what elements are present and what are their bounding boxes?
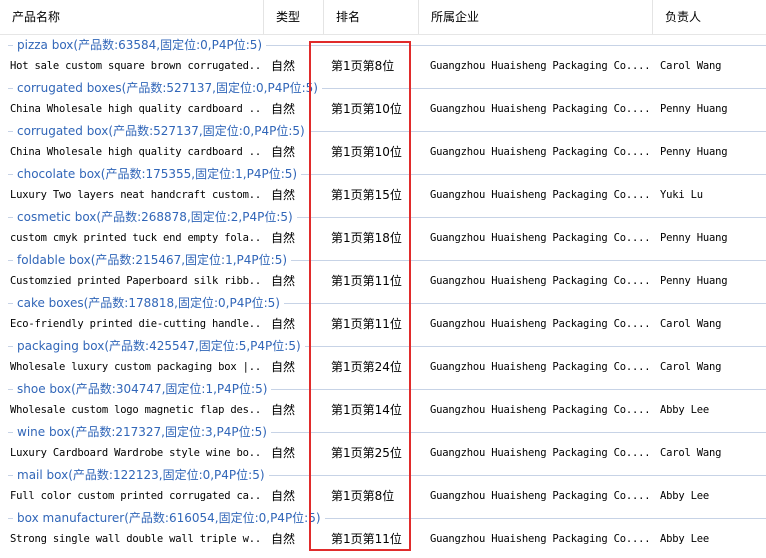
keyword-group-title: box manufacturer(产品数:616054,固定位:0,P4P位:5… [13,509,325,527]
keyword-group-title: corrugated boxes(产品数:527137,固定位:0,P4P位:5… [13,79,322,97]
owner-cell: Yuki Lu [660,189,703,201]
type-cell: 自然 [271,102,296,116]
owner-cell: Penny Huang [660,232,728,244]
keyword-group-title: pizza box(产品数:63584,固定位:0,P4P位:5) [13,36,267,54]
type-cell: 自然 [271,188,296,202]
company-cell: Guangzhou Huaisheng Packaging Co.... [430,490,648,502]
product-name-cell: Full color custom printed corrugated ca.… [10,490,262,502]
product-name-cell: China Wholesale high quality cardboard .… [10,146,262,158]
type-cell: 自然 [271,231,296,245]
owner-cell: Carol Wang [660,318,722,330]
product-name-cell: Strong single wall double wall triple w.… [10,533,262,545]
owner-cell: Penny Huang [660,103,728,115]
company-cell: Guangzhou Huaisheng Packaging Co.... [430,146,648,158]
owner-cell: Abby Lee [660,490,709,502]
keyword-group-title: foldable box(产品数:215467,固定位:1,P4P位:5) [13,251,292,269]
keyword-group-title: corrugated box(产品数:527137,固定位:0,P4P位:5) [13,122,309,140]
keyword-group-title: packaging box(产品数:425547,固定位:5,P4P位:5) [13,337,305,355]
company-cell: Guangzhou Huaisheng Packaging Co.... [430,533,648,545]
keyword-group-title: cosmetic box(产品数:268878,固定位:2,P4P位:5) [13,208,297,226]
product-name-cell: China Wholesale high quality cardboard .… [10,103,262,115]
column-header-product[interactable]: 产品名称 [0,0,264,34]
product-name-cell: Luxury Cardboard Wardrobe style wine bo.… [10,447,262,459]
product-name-cell: Luxury Two layers neat handcraft custom.… [10,189,262,201]
product-name-cell: Customzied printed Paperboard silk ribb.… [10,275,262,287]
type-cell: 自然 [271,145,296,159]
keyword-group-title: cake boxes(产品数:178818,固定位:0,P4P位:5) [13,294,284,312]
column-header-company[interactable]: 所属企业 [419,0,653,34]
owner-cell: Carol Wang [660,60,722,72]
company-cell: Guangzhou Huaisheng Packaging Co.... [430,232,648,244]
owner-cell: Abby Lee [660,404,709,416]
company-cell: Guangzhou Huaisheng Packaging Co.... [430,318,648,330]
keyword-group-title: mail box(产品数:122123,固定位:0,P4P位:5) [13,466,269,484]
company-cell: Guangzhou Huaisheng Packaging Co.... [430,60,648,72]
owner-cell: Carol Wang [660,361,722,373]
company-cell: Guangzhou Huaisheng Packaging Co.... [430,404,648,416]
type-cell: 自然 [271,403,296,417]
type-cell: 自然 [271,532,296,546]
type-cell: 自然 [271,489,296,503]
owner-cell: Penny Huang [660,275,728,287]
product-name-cell: custom cmyk printed tuck end empty fola.… [10,232,262,244]
type-cell: 自然 [271,59,296,73]
owner-cell: Abby Lee [660,533,709,545]
owner-cell: Carol Wang [660,447,722,459]
company-cell: Guangzhou Huaisheng Packaging Co.... [430,103,648,115]
company-cell: Guangzhou Huaisheng Packaging Co.... [430,361,648,373]
column-header-owner[interactable]: 负责人 [653,0,766,34]
owner-cell: Penny Huang [660,146,728,158]
company-cell: Guangzhou Huaisheng Packaging Co.... [430,189,648,201]
type-cell: 自然 [271,360,296,374]
company-cell: Guangzhou Huaisheng Packaging Co.... [430,447,648,459]
product-name-cell: Wholesale custom logo magnetic flap des.… [10,404,262,416]
rank-column-highlight-box [309,41,411,551]
table-header: 产品名称 类型 排名 所属企业 负责人 [0,0,766,35]
keyword-group-title: shoe box(产品数:304747,固定位:1,P4P位:5) [13,380,272,398]
product-name-cell: Hot sale custom square brown corrugated.… [10,60,262,72]
product-name-cell: Wholesale luxury custom packaging box |.… [10,361,262,373]
column-header-rank[interactable]: 排名 [324,0,419,34]
type-cell: 自然 [271,446,296,460]
type-cell: 自然 [271,317,296,331]
product-name-cell: Eco-friendly printed die-cutting handle.… [10,318,262,330]
keyword-group-title: wine box(产品数:217327,固定位:3,P4P位:5) [13,423,271,441]
type-cell: 自然 [271,274,296,288]
keyword-group-title: chocolate box(产品数:175355,固定位:1,P4P位:5) [13,165,302,183]
column-header-type[interactable]: 类型 [264,0,324,34]
company-cell: Guangzhou Huaisheng Packaging Co.... [430,275,648,287]
